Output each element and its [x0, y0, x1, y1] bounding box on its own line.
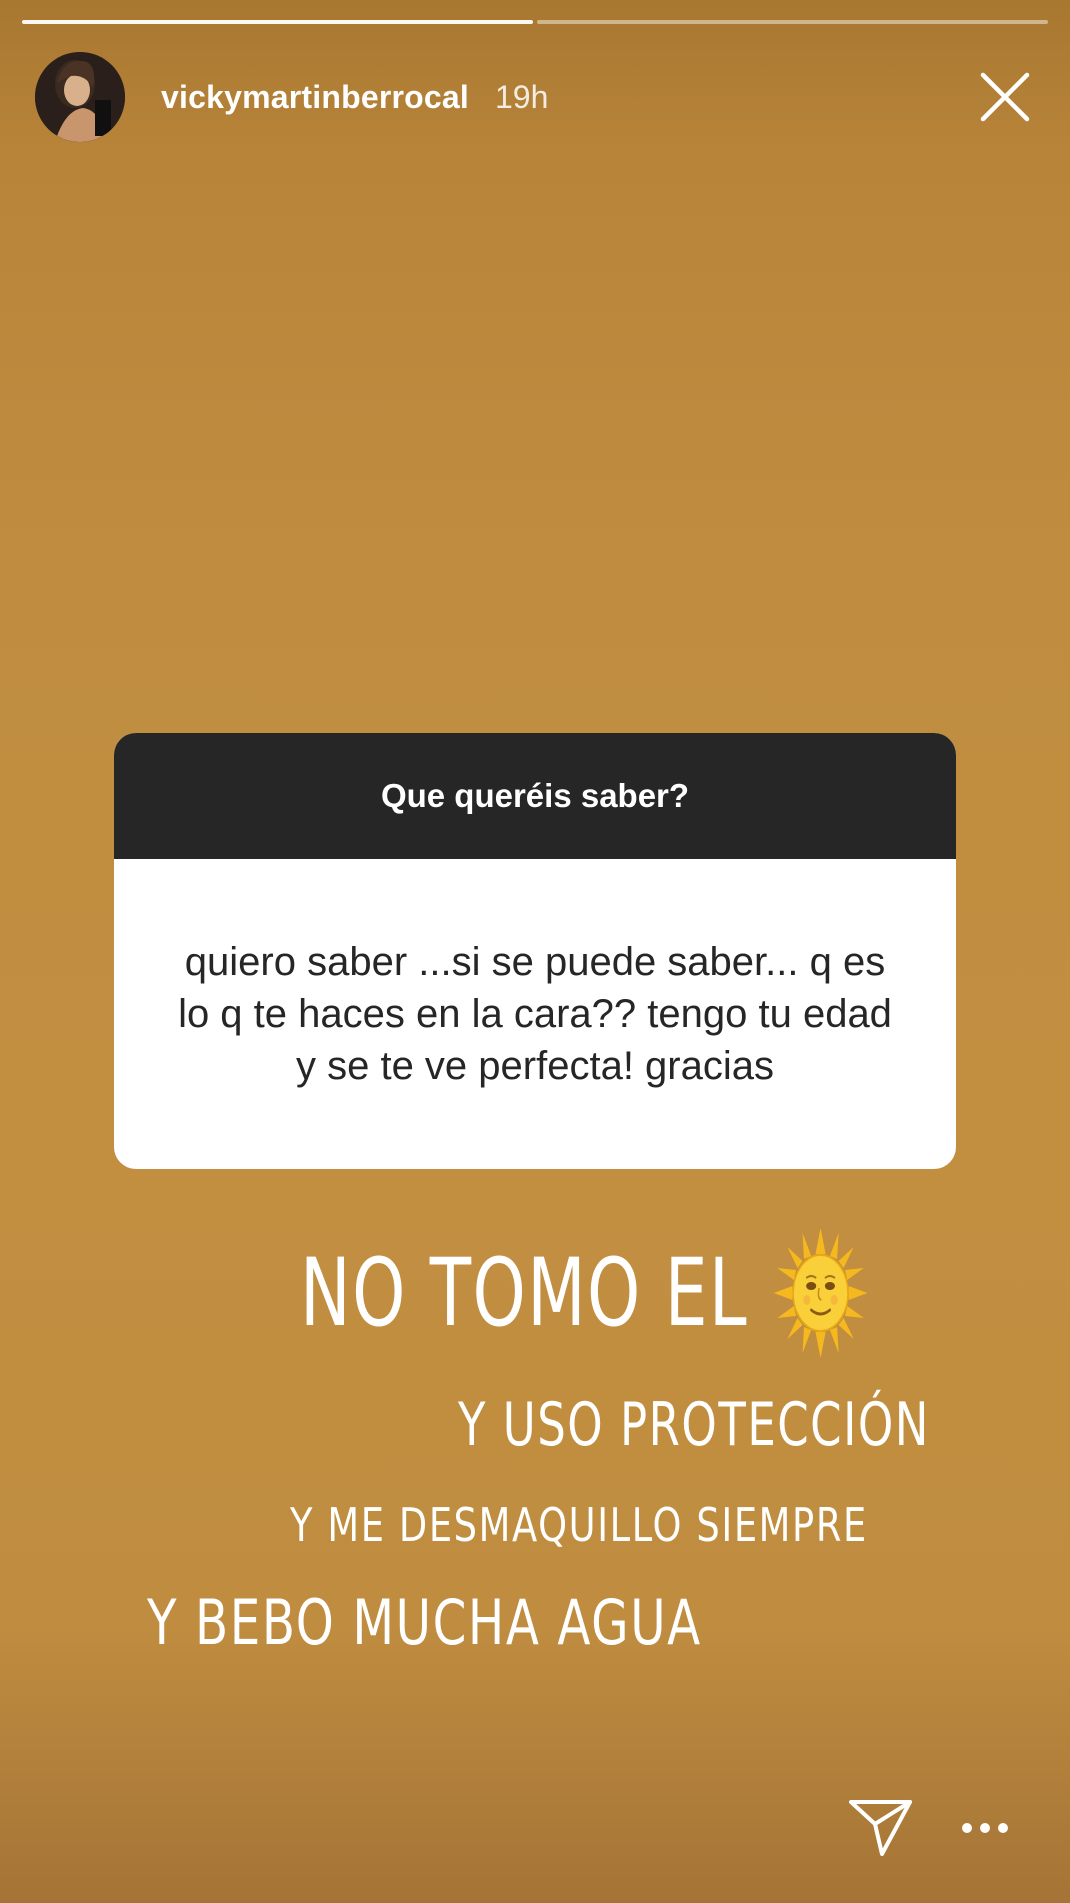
avatar-photo-icon [35, 52, 125, 142]
close-button[interactable] [970, 62, 1040, 132]
username[interactable]: vickymartinberrocal [161, 79, 469, 116]
avatar[interactable] [35, 52, 125, 142]
question-sticker[interactable]: Que queréis saber? quiero saber ...si se… [114, 733, 956, 1169]
progress-segment [537, 20, 1048, 24]
more-icon [962, 1823, 1008, 1833]
send-icon [849, 1800, 912, 1856]
answer-line-2: Y USO PROTECCIÓN [458, 1390, 930, 1460]
question-prompt: Que queréis saber? [114, 733, 956, 859]
progress-segments [22, 20, 1048, 25]
story-progress-bar [22, 20, 1048, 25]
sun-with-face-icon [773, 1228, 868, 1358]
progress-segment [22, 20, 533, 24]
story-header: vickymartinberrocal 19h [35, 52, 1050, 142]
answer-line-1: NO TOMO EL [300, 1228, 868, 1358]
more-options-button[interactable] [950, 1793, 1020, 1863]
question-body: quiero saber ...si se puede saber... q e… [114, 859, 956, 1169]
timestamp: 19h [494, 78, 549, 115]
answer-line-3: Y ME DESMAQUILLO SIEMPRE [290, 1498, 868, 1552]
answer-line-1-text: NO TOMO EL [300, 1238, 749, 1348]
send-button[interactable] [846, 1793, 916, 1863]
question-text: quiero saber ...si se puede saber... q e… [178, 940, 892, 1088]
close-icon [980, 72, 1030, 122]
story-footer [0, 1793, 1070, 1863]
answer-line-4: Y BEBO MUCHA AGUA [147, 1586, 702, 1659]
